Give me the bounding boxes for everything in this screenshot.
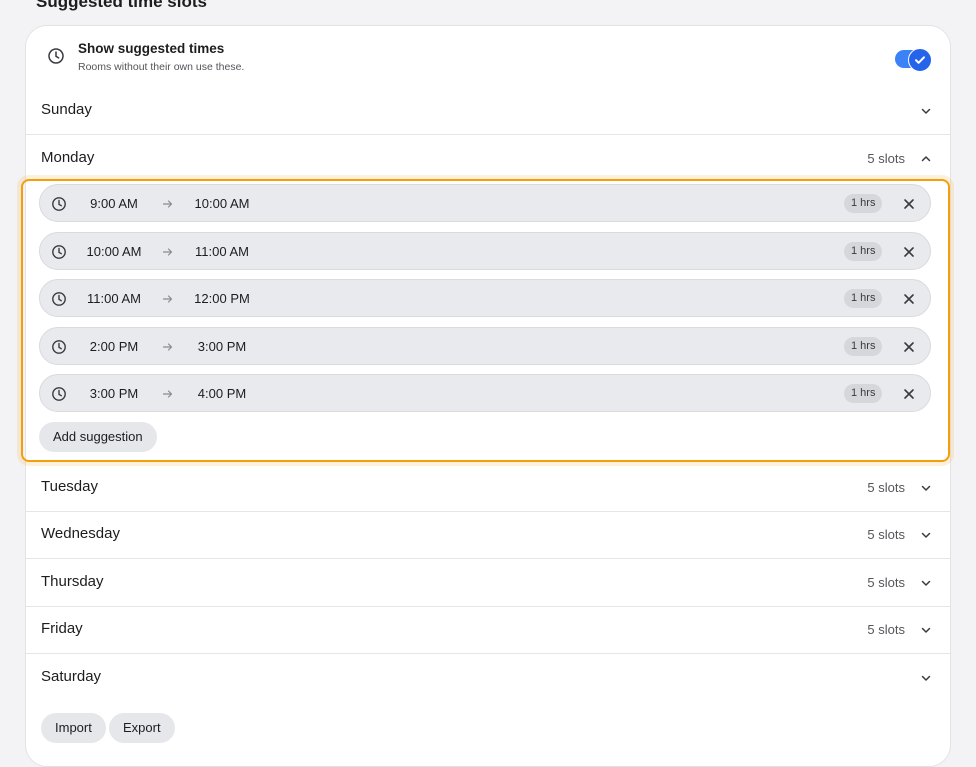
show-suggested-times-row: Show suggested times Rooms without their…: [26, 26, 950, 88]
slot-start-time[interactable]: 9:00 AM: [80, 196, 148, 211]
duration-badge: 1 hrs: [844, 289, 883, 308]
arrow-right-icon: [162, 387, 174, 405]
clock-icon: [51, 291, 67, 312]
chevron-down-icon: [919, 576, 933, 595]
day-name: Sunday: [41, 101, 92, 118]
checkmark-icon: [908, 48, 932, 72]
show-suggested-times-switch[interactable]: [895, 48, 932, 72]
export-button[interactable]: Export: [109, 713, 175, 743]
chevron-down-icon: [919, 671, 933, 690]
day-name: Wednesday: [41, 525, 120, 542]
duration-badge: 1 hrs: [844, 194, 883, 213]
toggle-subtitle: Rooms without their own use these.: [78, 61, 245, 73]
slot-count: 5 slots: [867, 480, 905, 495]
slot-start-time[interactable]: 3:00 PM: [80, 386, 148, 401]
day-name: Saturday: [41, 668, 102, 685]
time-slot[interactable]: 3:00 PM 4:00 PM 1 hrs: [39, 374, 931, 412]
close-icon[interactable]: [903, 197, 915, 215]
clock-icon: [51, 244, 67, 265]
clock-icon: [51, 339, 67, 360]
suggested-times-card: Show suggested times Rooms without their…: [21, 25, 951, 767]
day-row-monday[interactable]: Monday 5 slots: [26, 135, 950, 182]
duration-badge: 1 hrs: [844, 384, 883, 403]
chevron-down-icon: [919, 481, 933, 500]
chevron-down-icon: [919, 104, 933, 123]
slot-end-time[interactable]: 10:00 AM: [188, 196, 256, 211]
time-slot[interactable]: 10:00 AM 11:00 AM 1 hrs: [39, 232, 931, 270]
clock-icon: [51, 196, 67, 217]
import-button[interactable]: Import: [41, 713, 106, 743]
day-name: Thursday: [41, 573, 104, 590]
close-icon[interactable]: [903, 340, 915, 358]
arrow-right-icon: [162, 292, 174, 310]
day-row-tuesday[interactable]: Tuesday 5 slots: [26, 464, 950, 512]
arrow-right-icon: [162, 197, 174, 215]
time-slot[interactable]: 9:00 AM 10:00 AM 1 hrs: [39, 184, 931, 222]
slot-count: 5 slots: [867, 622, 905, 637]
day-row-saturday[interactable]: Saturday: [26, 654, 950, 701]
slot-start-time[interactable]: 10:00 AM: [80, 244, 148, 259]
arrow-right-icon: [162, 245, 174, 263]
arrow-right-icon: [162, 340, 174, 358]
slot-end-time[interactable]: 11:00 AM: [188, 244, 256, 259]
day-name: Monday: [41, 149, 95, 166]
time-slot[interactable]: 2:00 PM 3:00 PM 1 hrs: [39, 327, 931, 365]
day-row-wednesday[interactable]: Wednesday 5 slots: [26, 511, 950, 559]
close-icon[interactable]: [903, 245, 915, 263]
clock-icon: [47, 47, 65, 70]
day-row-thursday[interactable]: Thursday 5 slots: [26, 559, 950, 607]
chevron-down-icon: [919, 623, 933, 642]
close-icon[interactable]: [903, 387, 915, 405]
slot-count: 5 slots: [867, 527, 905, 542]
day-name: Tuesday: [41, 478, 98, 495]
section-title: Suggested time slots: [36, 0, 207, 11]
day-row-sunday[interactable]: Sunday: [26, 87, 950, 135]
chevron-down-icon: [919, 528, 933, 547]
day-name: Friday: [41, 620, 83, 637]
slot-count: 5 slots: [867, 575, 905, 590]
chevron-up-icon: [919, 152, 933, 171]
slot-end-time[interactable]: 3:00 PM: [188, 339, 256, 354]
slot-start-time[interactable]: 2:00 PM: [80, 339, 148, 354]
monday-slots-panel: 9:00 AM 10:00 AM 1 hrs 10:00 AM 11:00 AM…: [21, 179, 950, 462]
time-slot[interactable]: 11:00 AM 12:00 PM 1 hrs: [39, 279, 931, 317]
add-suggestion-button[interactable]: Add suggestion: [39, 422, 157, 452]
slot-start-time[interactable]: 11:00 AM: [80, 291, 148, 306]
duration-badge: 1 hrs: [844, 337, 883, 356]
day-row-friday[interactable]: Friday 5 slots: [26, 606, 950, 654]
slot-end-time[interactable]: 4:00 PM: [188, 386, 256, 401]
toggle-title: Show suggested times: [78, 41, 225, 56]
slot-end-time[interactable]: 12:00 PM: [188, 291, 256, 306]
duration-badge: 1 hrs: [844, 242, 883, 261]
close-icon[interactable]: [903, 292, 915, 310]
clock-icon: [51, 386, 67, 407]
slot-count: 5 slots: [867, 151, 905, 166]
